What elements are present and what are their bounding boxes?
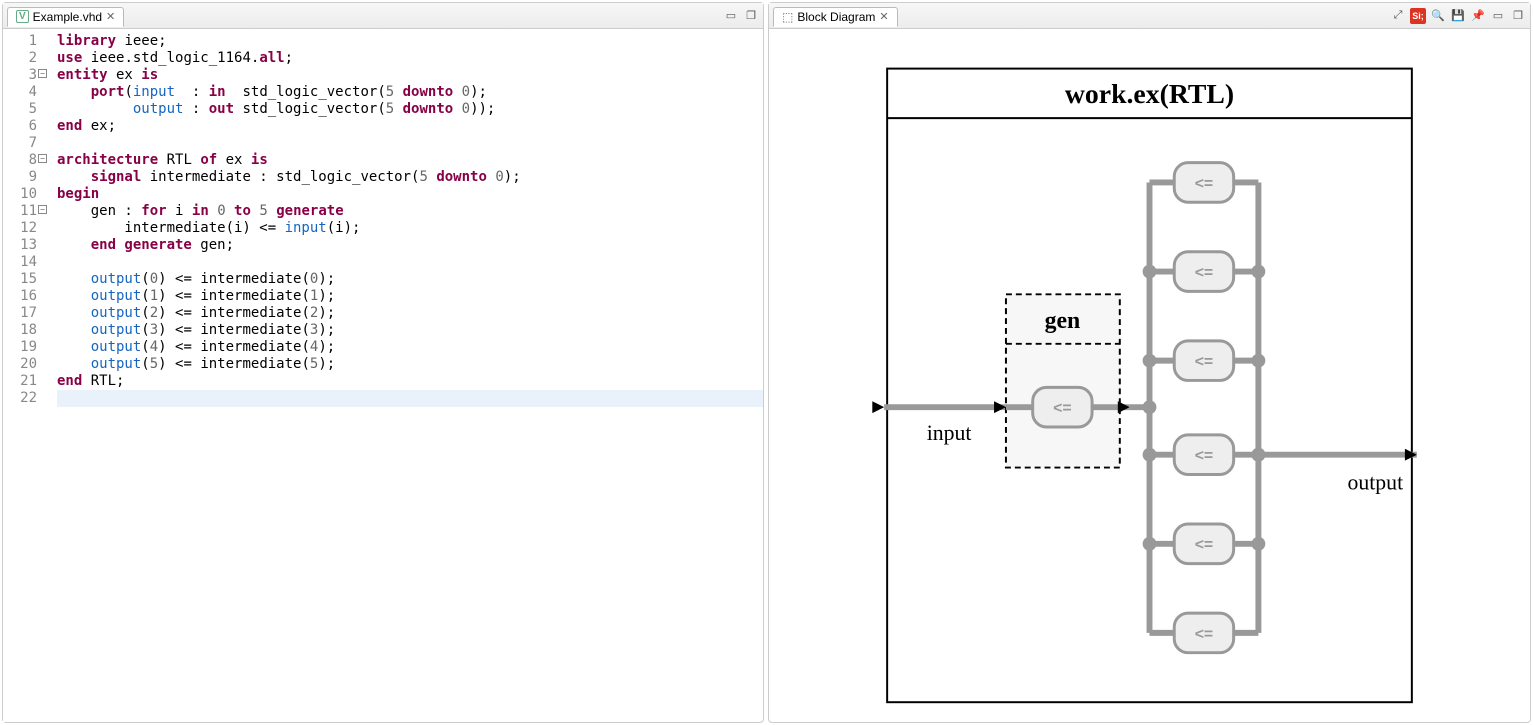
diagram-pane: ⬚ Block Diagram ✕ ⤢ Si; 🔍 💾 📌 ▭ ❐ work.e… [768,2,1531,723]
code-area[interactable]: library ieee;use ieee.std_logic_1164.all… [43,29,763,722]
close-tab-icon[interactable]: ✕ [879,10,888,23]
editor-tabbar: V Example.vhd ✕ ▭ ❐ [3,3,763,29]
block-diagram-icon: ⬚ [782,10,793,24]
diagram-tab[interactable]: ⬚ Block Diagram ✕ [773,7,898,27]
maximize-icon[interactable]: ❐ [1510,8,1526,24]
svg-text:<=: <= [1195,175,1214,192]
entity-title: work.ex(RTL) [1065,78,1234,109]
pin-icon[interactable]: 📌 [1470,8,1486,24]
svg-text:<=: <= [1195,537,1214,554]
diagram-canvas[interactable]: work.ex(RTL) input gen <= <= <= <= <= [769,29,1530,722]
input-label: input [927,421,972,445]
sigasi-icon[interactable]: Si; [1410,8,1426,24]
layout-icon[interactable]: ⤢ [1390,8,1406,24]
svg-text:<=: <= [1195,354,1214,371]
zoom-icon[interactable]: 🔍 [1430,8,1446,24]
minimize-icon[interactable]: ▭ [1490,8,1506,24]
tab-title: Block Diagram [797,10,875,24]
save-icon[interactable]: 💾 [1450,8,1466,24]
maximize-icon[interactable]: ❐ [743,8,759,24]
block-diagram-svg: work.ex(RTL) input gen <= <= <= <= <= [769,29,1530,722]
editor-pane: V Example.vhd ✕ ▭ ❐ 123−45678−91011−1213… [2,2,764,723]
code-editor[interactable]: 123−45678−91011−1213141516171819202122 l… [3,29,763,722]
svg-text:<=: <= [1053,400,1072,417]
svg-text:<=: <= [1195,264,1214,281]
editor-tab[interactable]: V Example.vhd ✕ [7,7,124,27]
line-gutter: 123−45678−91011−1213141516171819202122 [3,29,43,722]
minimize-icon[interactable]: ▭ [723,8,739,24]
diagram-tabbar: ⬚ Block Diagram ✕ ⤢ Si; 🔍 💾 📌 ▭ ❐ [769,3,1530,29]
output-label: output [1348,470,1404,494]
vhdl-file-icon: V [16,10,29,23]
assign-block-gen[interactable]: <= [1033,387,1092,427]
tab-title: Example.vhd [33,10,102,24]
input-arrow-icon [872,401,884,413]
close-tab-icon[interactable]: ✕ [106,10,115,23]
svg-text:<=: <= [1195,448,1214,465]
gen-label: gen [1045,308,1081,334]
svg-text:<=: <= [1195,626,1214,643]
